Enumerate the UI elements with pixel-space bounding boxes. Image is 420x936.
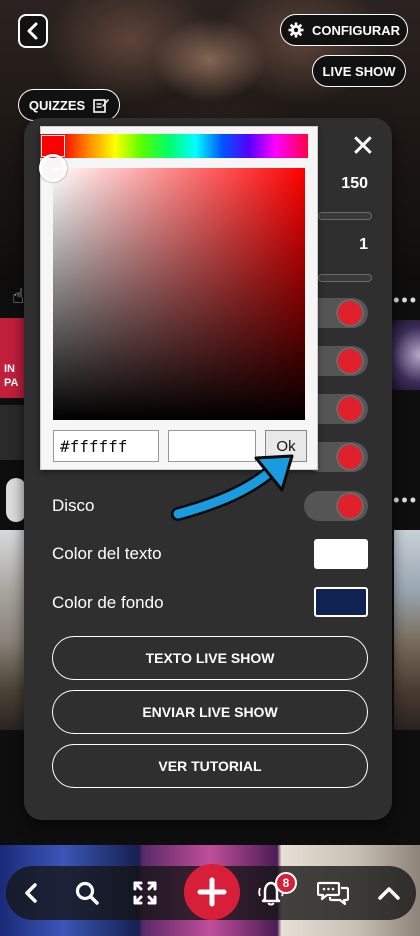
side-avatar[interactable] xyxy=(6,478,26,522)
chevron-left-icon xyxy=(27,22,38,40)
enviar-live-show-button[interactable]: ENVIAR LIVE SHOW xyxy=(52,690,368,734)
background-color-label: Color de fondo xyxy=(52,593,164,612)
side-card-label-line1: IN xyxy=(4,363,15,375)
edit-icon xyxy=(93,99,110,113)
side-card-label-line2: PA xyxy=(4,377,19,389)
feed-photo-right[interactable] xyxy=(394,530,420,730)
configure-button[interactable]: CONFIGURAR xyxy=(280,14,408,46)
toggle-knob xyxy=(338,494,362,518)
annotation-arrow-icon xyxy=(171,454,294,521)
back-button[interactable] xyxy=(18,14,48,48)
nav-fullscreen-button[interactable] xyxy=(128,876,162,910)
color-selector-handle[interactable] xyxy=(39,154,67,182)
ver-tutorial-button[interactable]: VER TUTORIAL xyxy=(52,744,368,788)
saturation-value-area[interactable] xyxy=(53,168,305,420)
notification-count-badge: 8 xyxy=(275,872,297,894)
search-icon xyxy=(75,881,99,905)
live-show-button[interactable]: LIVE SHOW xyxy=(312,55,406,87)
disco-toggle[interactable] xyxy=(304,491,368,521)
background-color-swatch[interactable] xyxy=(314,587,368,617)
text-color-label: Color del texto xyxy=(52,544,162,563)
gear-icon xyxy=(288,22,304,38)
hand-pointer-icon: ☝ xyxy=(12,286,25,308)
nav-chat-button[interactable] xyxy=(316,876,350,910)
toggle-knob xyxy=(338,301,362,325)
configure-label: CONFIGURAR xyxy=(311,22,401,38)
nav-expand-button[interactable] xyxy=(372,876,406,910)
slider-2[interactable] xyxy=(318,274,372,282)
disco-label: Disco xyxy=(52,496,95,515)
plus-icon xyxy=(197,877,227,907)
more-options-icon-2[interactable]: ••• xyxy=(393,490,418,511)
quizzes-button[interactable]: QUIZZES xyxy=(18,89,120,121)
quizzes-label: QUIZZES xyxy=(28,97,86,113)
more-options-icon[interactable]: ••• xyxy=(393,290,418,311)
toggle-knob xyxy=(338,445,362,469)
nav-search-button[interactable] xyxy=(70,876,104,910)
hex-color-input[interactable]: #ffffff xyxy=(53,430,159,462)
setting-value-1: 150 xyxy=(341,175,368,192)
nav-back-button[interactable] xyxy=(14,876,48,910)
text-color-swatch[interactable] xyxy=(314,539,368,569)
setting-value-2: 1 xyxy=(359,236,368,253)
live-show-label: LIVE SHOW xyxy=(322,63,396,79)
side-thumbnail-disco[interactable] xyxy=(390,320,420,390)
close-icon[interactable]: ✕ xyxy=(348,132,378,162)
chat-bubbles-icon xyxy=(317,881,349,906)
add-button[interactable] xyxy=(184,864,240,920)
feed-photo-left[interactable] xyxy=(0,530,26,730)
chevron-left-icon xyxy=(25,883,37,903)
hue-slider[interactable] xyxy=(40,134,308,158)
side-card-label: IN PA xyxy=(4,362,18,390)
fullscreen-icon xyxy=(133,881,157,905)
toggle-knob xyxy=(338,349,362,373)
texto-live-show-button[interactable]: TEXTO LIVE SHOW xyxy=(52,636,368,680)
toggle-knob xyxy=(338,397,362,421)
chevron-up-icon xyxy=(378,887,400,900)
slider-1[interactable] xyxy=(318,212,372,220)
side-card-dark xyxy=(0,405,24,460)
